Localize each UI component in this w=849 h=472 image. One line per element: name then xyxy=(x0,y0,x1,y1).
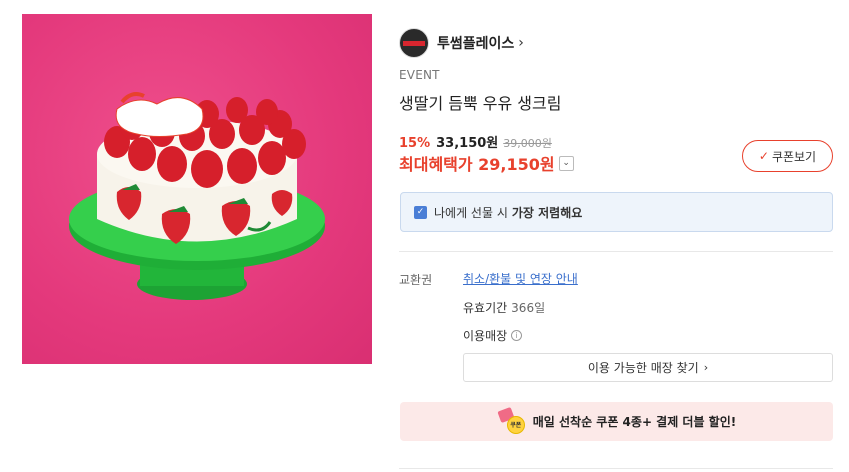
cake-illustration xyxy=(69,92,325,300)
coupon-coin-icon: 쿠폰 xyxy=(497,406,527,437)
product-title: 생딸기 듬뿍 우유 생크림 xyxy=(399,94,562,113)
brand-name: 투썸플레이스 xyxy=(437,36,515,52)
store-row: 이용매장 i xyxy=(463,327,523,344)
find-store-label: 이용 가능한 매장 찾기 xyxy=(587,361,699,375)
max-benefit-price: 최대혜택가 29,150원 xyxy=(399,155,555,174)
price-row: 15% 33,150원 39,000원 xyxy=(399,132,552,151)
validity-row: 유효기간 366일 xyxy=(463,299,545,316)
promo-banner[interactable]: 쿠폰 매일 선착순 쿠폰 4종+ 결제 더블 할인! xyxy=(400,402,833,441)
coupon-view-label: 쿠폰보기 xyxy=(771,149,817,164)
gift-banner-strong: 가장 저렴해요 xyxy=(511,205,583,220)
chevron-right-icon: › xyxy=(518,35,524,51)
validity-value: 366일 xyxy=(511,301,546,315)
gift-banner: ✓ 나에게 선물 시 가장 저렴해요 xyxy=(400,192,833,232)
store-label: 이용매장 xyxy=(463,329,508,343)
refund-info-link[interactable]: 취소/환불 및 연장 안내 xyxy=(463,270,578,287)
find-store-button[interactable]: 이용 가능한 매장 찾기 › xyxy=(463,353,833,382)
coin-icon: 쿠폰 xyxy=(506,415,525,434)
validity-label: 유효기간 xyxy=(463,301,508,315)
promo-text: 매일 선착순 쿠폰 4종+ 결제 더블 할인! xyxy=(532,415,737,429)
chevron-down-icon[interactable]: ⌄ xyxy=(558,155,574,171)
chevron-right-icon: › xyxy=(703,361,709,374)
divider xyxy=(399,251,833,252)
original-price: 39,000원 xyxy=(503,137,552,150)
check-icon: ✓ xyxy=(758,149,769,163)
event-label: EVENT xyxy=(399,68,440,82)
divider xyxy=(399,468,833,469)
product-image xyxy=(22,14,372,364)
exchange-label: 교환권 xyxy=(399,273,433,287)
gift-badge-icon: ✓ xyxy=(414,205,427,219)
coupon-view-button[interactable]: ✓ 쿠폰보기 xyxy=(742,140,833,172)
brand-logo xyxy=(399,28,429,58)
sale-price: 33,150원 xyxy=(436,136,499,151)
max-benefit-row: 최대혜택가 29,150원 ⌄ xyxy=(399,151,574,175)
gift-banner-text: 나에게 선물 시 xyxy=(434,205,508,220)
info-icon[interactable]: i xyxy=(511,330,523,341)
brand-link[interactable]: 투썸플레이스 › xyxy=(399,28,524,58)
discount-rate: 15% xyxy=(399,136,431,151)
